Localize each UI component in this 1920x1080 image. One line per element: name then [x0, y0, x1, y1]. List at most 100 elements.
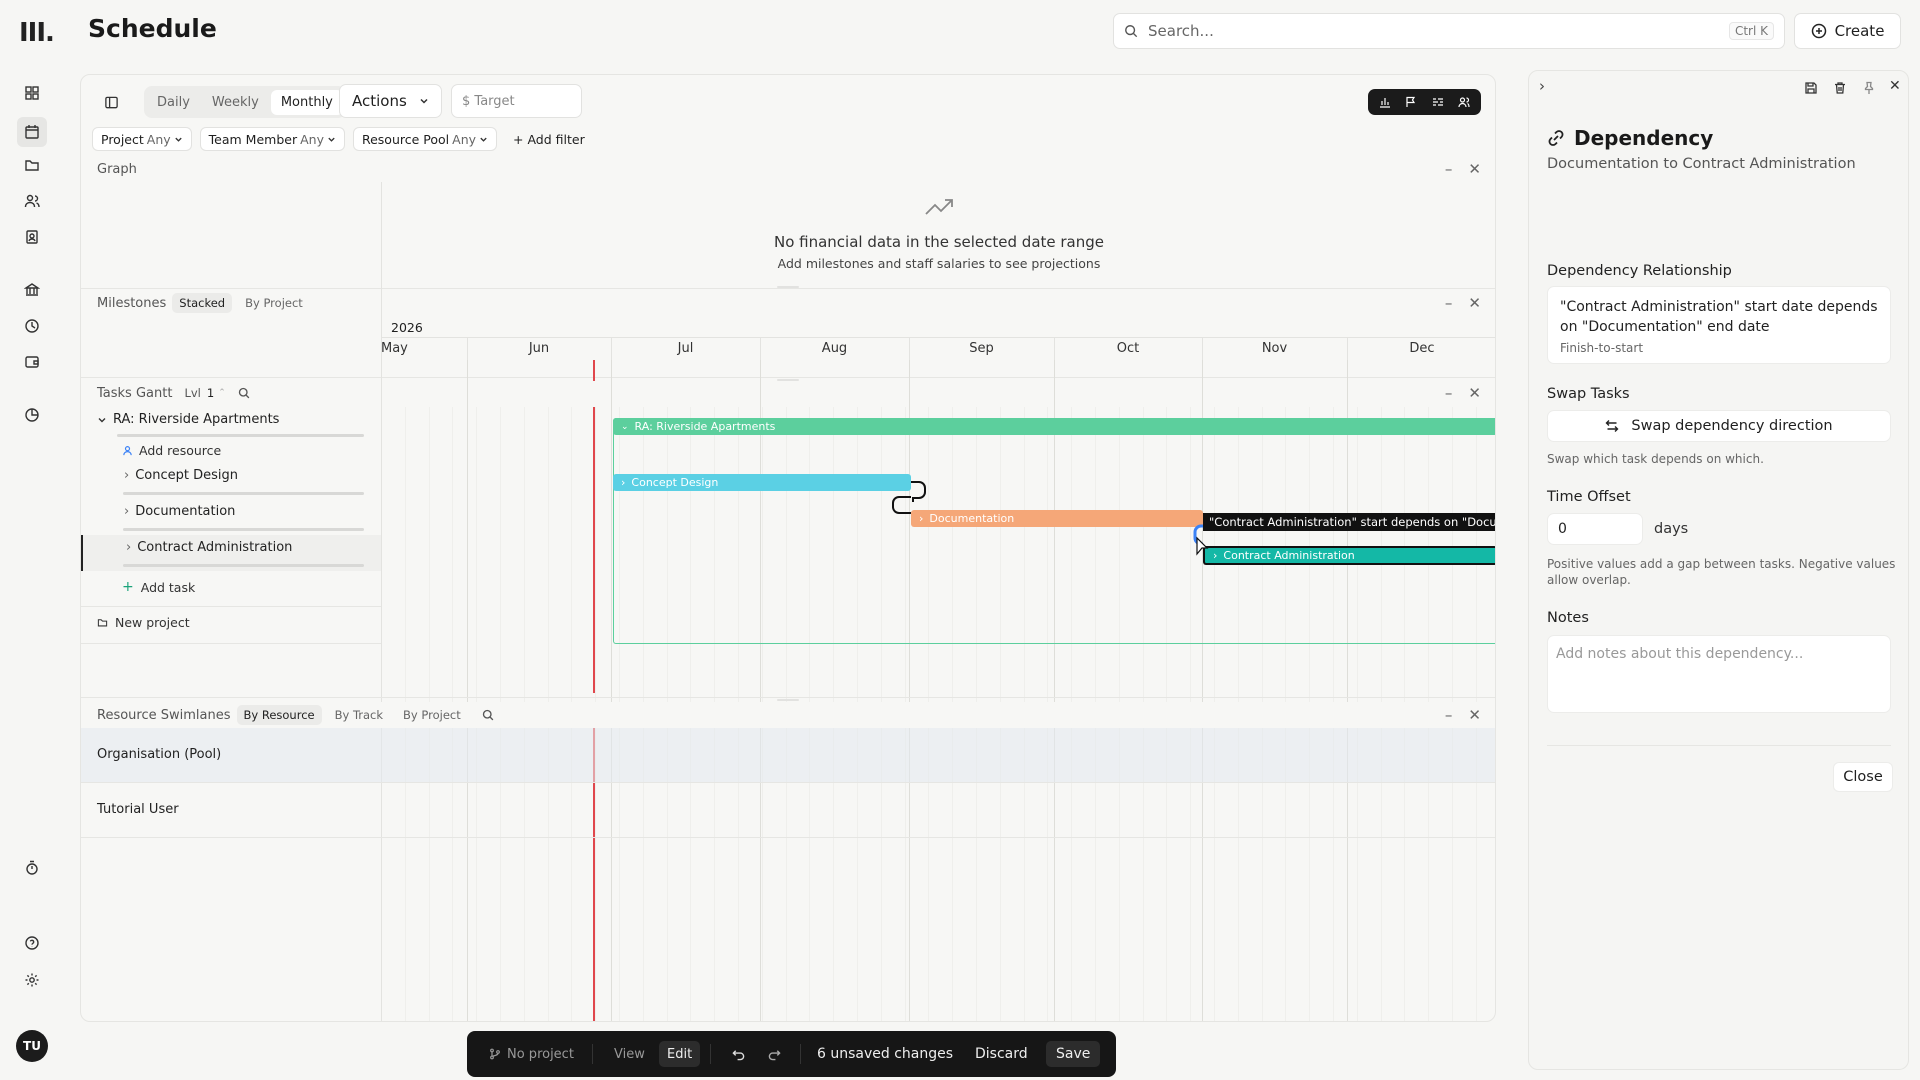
stepper-arrows-icon[interactable]: ⌃ — [218, 388, 226, 398]
swap-direction-button[interactable]: Swap dependency direction — [1547, 410, 1891, 442]
undo-icon[interactable] — [732, 1048, 745, 1061]
avatar[interactable]: TU — [16, 1030, 48, 1062]
project-name: RA: Riverside Apartments — [113, 412, 280, 427]
view-monthly[interactable]: Monthly — [270, 89, 343, 115]
milestones-tab-by-project[interactable]: By Project — [238, 293, 310, 313]
task-row-concept-design[interactable]: › Concept Design — [124, 468, 238, 483]
app-logo[interactable]: III. — [19, 18, 55, 48]
chevron-down-icon[interactable] — [97, 415, 107, 425]
save-button[interactable]: Save — [1046, 1041, 1101, 1067]
notes-placeholder: Add notes about this dependency... — [1556, 646, 1804, 662]
search-input[interactable]: Search... Ctrl K — [1113, 13, 1785, 49]
today-line — [593, 407, 595, 693]
new-project-button[interactable]: New project — [97, 615, 190, 630]
settings-icon[interactable] — [20, 968, 44, 992]
swimlane-label-user[interactable]: Tutorial User — [97, 802, 179, 817]
task-row-documentation[interactable]: › Documentation — [124, 504, 235, 519]
divider — [81, 377, 1495, 378]
dependency-connector[interactable] — [892, 496, 911, 514]
chevron-right-icon[interactable]: › — [621, 476, 625, 489]
minimize-icon[interactable]: – — [1445, 294, 1453, 312]
minimize-icon[interactable]: – — [1445, 160, 1453, 178]
progress-bar — [123, 528, 364, 531]
save-icon[interactable] — [1804, 81, 1818, 95]
view-daily[interactable]: Daily — [147, 90, 200, 115]
close-button[interactable]: Close — [1833, 762, 1893, 792]
user-icon — [123, 446, 132, 456]
trend-icon — [925, 199, 953, 215]
milestones-title: Milestones — [97, 295, 167, 311]
close-icon[interactable]: ✕ — [1468, 160, 1481, 178]
bar-chart-icon[interactable] — [1379, 96, 1391, 108]
resize-handle[interactable] — [777, 699, 799, 701]
add-task-button[interactable]: + Add task — [122, 579, 195, 595]
create-label: Create — [1834, 22, 1885, 40]
flag-icon[interactable] — [1405, 96, 1417, 108]
discard-button[interactable]: Discard — [975, 1046, 1028, 1062]
add-resource-button[interactable]: Add resource — [122, 443, 221, 458]
search-icon[interactable] — [482, 709, 494, 721]
search-icon[interactable] — [238, 387, 250, 399]
notes-textarea[interactable]: Add notes about this dependency... — [1547, 635, 1891, 713]
filter-resource-pool[interactable]: Resource Pool Any — [352, 127, 498, 151]
close-icon[interactable]: ✕ — [1468, 384, 1481, 402]
view-weekly[interactable]: Weekly — [202, 90, 269, 115]
bank-icon[interactable] — [20, 278, 44, 302]
minimize-icon[interactable]: – — [1445, 706, 1453, 724]
filter-project[interactable]: Project Any — [92, 127, 192, 151]
notes-label: Notes — [1547, 610, 1589, 626]
chevron-right-icon[interactable]: › — [126, 540, 131, 555]
dependency-connector-concept-documentation[interactable] — [911, 481, 926, 502]
actions-dropdown[interactable]: Actions — [339, 84, 442, 118]
swimlanes-tab-by-project[interactable]: By Project — [396, 705, 468, 725]
month-divider — [467, 338, 468, 360]
project-bar[interactable]: ⌄ RA: Riverside Apartments — [613, 418, 1495, 435]
folder-icon[interactable] — [20, 153, 44, 177]
month-divider — [909, 338, 910, 360]
edit-mode-button[interactable]: Edit — [659, 1041, 701, 1067]
trash-icon[interactable] — [1833, 81, 1847, 95]
filter-team-label: Team Member — [208, 131, 298, 147]
project-row[interactable]: RA: Riverside Apartments — [97, 412, 279, 427]
wallet-icon[interactable] — [20, 350, 44, 374]
redo-icon[interactable] — [768, 1048, 781, 1061]
help-icon[interactable] — [20, 931, 44, 955]
timer-icon[interactable] — [20, 856, 44, 880]
chevron-down-icon[interactable]: ⌄ — [621, 422, 629, 432]
project-selector[interactable]: No project — [489, 1047, 574, 1062]
milestones-tab-stacked[interactable]: Stacked — [172, 293, 233, 313]
target-input[interactable]: $ Target — [451, 84, 582, 118]
contract-administration-bar[interactable]: › Contract Administration — [1203, 546, 1495, 565]
tasks-icon[interactable] — [1432, 96, 1444, 108]
view-mode-button[interactable]: View — [614, 1047, 645, 1062]
people-icon[interactable] — [20, 189, 44, 213]
gantt-level-stepper[interactable]: 1 — [207, 386, 214, 400]
concept-design-bar[interactable]: › Concept Design — [613, 474, 911, 491]
close-icon[interactable]: ✕ — [1468, 294, 1481, 312]
collapse-panel-icon[interactable]: › — [1539, 77, 1545, 95]
create-button[interactable]: Create — [1794, 13, 1901, 49]
pin-icon[interactable] — [1862, 81, 1876, 95]
filter-team-member[interactable]: Team Member Any — [199, 127, 345, 151]
clock-icon[interactable] — [20, 314, 44, 338]
swimlanes-tab-by-resource[interactable]: By Resource — [236, 705, 322, 725]
close-icon[interactable]: ✕ — [1889, 78, 1901, 94]
calendar-icon[interactable] — [17, 117, 47, 147]
chevron-right-icon[interactable]: › — [124, 468, 129, 483]
timeline-month: Sep — [969, 341, 994, 356]
panel-subtitle: Documentation to Contract Administration — [1547, 156, 1856, 172]
add-filter-button[interactable]: + Add filter — [505, 127, 593, 151]
task-row-contract-administration[interactable]: › Contract Administration — [126, 540, 292, 555]
users-icon[interactable] — [1458, 96, 1470, 108]
pie-chart-icon[interactable] — [20, 403, 44, 427]
dashboard-icon[interactable] — [20, 81, 44, 105]
sidebar-toggle-icon[interactable] — [101, 92, 121, 112]
swimlane-label-pool[interactable]: Organisation (Pool) — [97, 747, 221, 762]
month-gridline — [467, 360, 468, 1021]
offset-input[interactable]: 0 — [1547, 513, 1643, 545]
minimize-icon[interactable]: – — [1445, 384, 1453, 402]
close-icon[interactable]: ✕ — [1468, 706, 1481, 724]
contacts-icon[interactable] — [20, 225, 44, 249]
swimlanes-tab-by-track[interactable]: By Track — [328, 705, 390, 725]
chevron-right-icon[interactable]: › — [124, 504, 129, 519]
